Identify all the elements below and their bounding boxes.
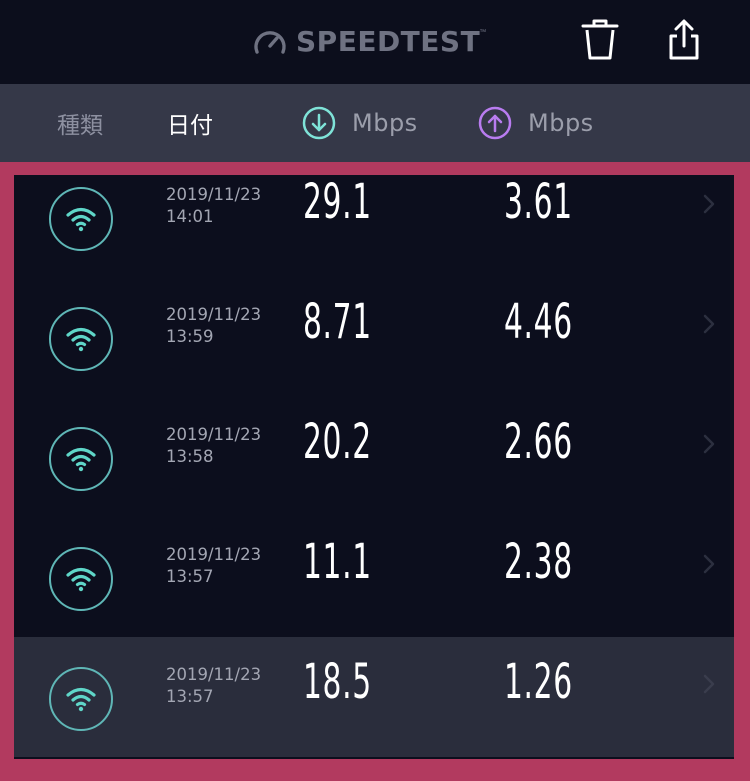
result-date: 2019/11/23 xyxy=(166,425,262,444)
result-time: 13:57 xyxy=(166,567,214,586)
result-datetime: 2019/11/23 14:01 xyxy=(166,184,261,228)
result-row[interactable]: 2019/11/23 13:58 20.2 2.66 xyxy=(14,403,734,523)
upload-speed: 4.46 xyxy=(504,294,573,350)
logo-trademark: ™ xyxy=(479,28,487,36)
upload-speed: 1.26 xyxy=(504,654,573,710)
result-time: 13:58 xyxy=(166,447,214,466)
delete-button[interactable] xyxy=(578,18,622,62)
result-date: 2019/11/23 xyxy=(166,545,262,564)
wifi-icon xyxy=(66,567,96,592)
download-unit-label: Mbps xyxy=(352,109,418,137)
connection-type-badge xyxy=(49,187,113,251)
result-datetime: 2019/11/23 13:59 xyxy=(166,304,261,348)
chevron-right-icon xyxy=(703,314,715,334)
result-datetime: 2019/11/23 13:58 xyxy=(166,424,261,468)
share-icon xyxy=(669,19,699,60)
chevron-right-icon xyxy=(703,554,715,574)
app-header: SPEEDTEST ™ xyxy=(0,0,750,84)
upload-speed: 2.38 xyxy=(504,534,573,590)
column-upload[interactable]: Mbps xyxy=(478,84,594,162)
speedtest-logo: SPEEDTEST ™ xyxy=(252,22,486,60)
share-button[interactable] xyxy=(662,18,706,62)
connection-type-badge xyxy=(49,307,113,371)
download-speed: 8.71 xyxy=(303,294,372,350)
result-time: 14:01 xyxy=(166,207,214,226)
arrow-down-circle-icon xyxy=(302,106,336,140)
upload-unit-label: Mbps xyxy=(528,109,594,137)
result-date: 2019/11/23 xyxy=(166,665,262,684)
connection-type-badge xyxy=(49,667,113,731)
download-speed: 11.1 xyxy=(303,534,372,590)
column-type[interactable]: 種類 xyxy=(57,84,103,162)
connection-type-badge xyxy=(49,547,113,611)
logo-text: SPEEDTEST xyxy=(296,24,481,58)
result-datetime: 2019/11/23 13:57 xyxy=(166,664,261,708)
connection-type-badge xyxy=(49,427,113,491)
result-time: 13:57 xyxy=(166,687,214,706)
wifi-icon xyxy=(66,207,96,232)
result-row[interactable]: 2019/11/23 13:57 11.1 2.38 xyxy=(14,523,734,643)
chevron-right-icon xyxy=(703,434,715,454)
upload-speed: 3.61 xyxy=(504,175,573,230)
result-datetime: 2019/11/23 13:57 xyxy=(166,544,261,588)
download-speed: 20.2 xyxy=(303,414,372,470)
result-row-selected[interactable]: 2019/11/23 13:57 18.5 1.26 xyxy=(14,637,734,757)
arrow-up-circle-icon xyxy=(478,106,512,140)
upload-speed: 2.66 xyxy=(504,414,573,470)
result-time: 13:59 xyxy=(166,327,214,346)
download-speed: 18.5 xyxy=(303,654,372,710)
column-download[interactable]: Mbps xyxy=(302,84,418,162)
results-list[interactable]: 2019/11/23 14:01 29.1 3.61 2019/11/23 13… xyxy=(14,175,734,759)
chevron-right-icon xyxy=(703,674,715,694)
wifi-icon xyxy=(66,327,96,352)
column-date[interactable]: 日付 xyxy=(167,84,213,162)
chevron-right-icon xyxy=(703,194,715,214)
wifi-icon xyxy=(66,687,96,712)
trash-icon xyxy=(581,19,619,60)
gauge-icon xyxy=(254,31,286,54)
results-column-header: 種類 日付 Mbps Mbps xyxy=(0,84,750,162)
result-date: 2019/11/23 xyxy=(166,305,262,324)
result-row[interactable]: 2019/11/23 14:01 29.1 3.61 xyxy=(14,175,734,283)
download-speed: 29.1 xyxy=(303,175,372,230)
result-row[interactable]: 2019/11/23 13:59 8.71 4.46 xyxy=(14,283,734,403)
wifi-icon xyxy=(66,447,96,472)
result-date: 2019/11/23 xyxy=(166,185,262,204)
